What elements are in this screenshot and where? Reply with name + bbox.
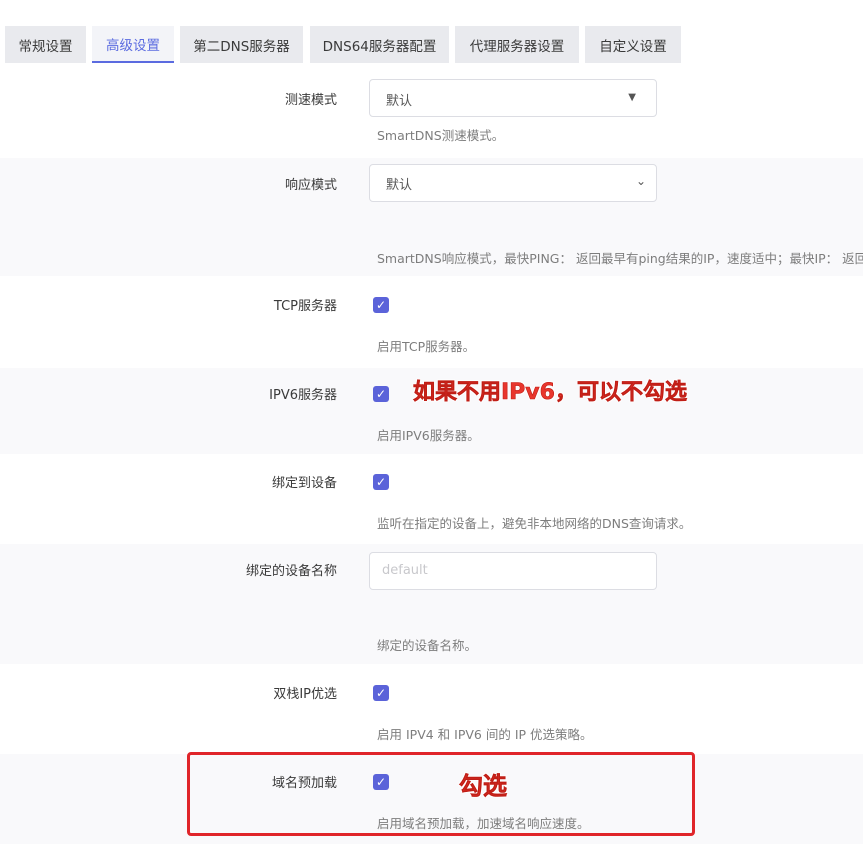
setting-label: 绑定的设备名称 [245, 564, 337, 579]
tab-proxy[interactable]: 代理服务器设置 [455, 26, 579, 63]
setting-label: TCP服务器 [273, 299, 337, 314]
tab-second-dns[interactable]: 第二DNS服务器 [180, 26, 303, 63]
check-icon: ✓ [375, 298, 387, 312]
setting-label: 测速模式 [284, 93, 337, 108]
setting-row-response-mode: 响应模式 默认 ⌄ SmartDNS响应模式，最快PING： 返回最早有ping… [0, 158, 863, 276]
setting-description: 启用 IPV4 和 IPV6 间的 IP 优选策略。 [377, 727, 593, 742]
tab-advanced[interactable]: 高级设置 [92, 26, 174, 63]
response-mode-select[interactable]: 默认 ⌄ [369, 164, 657, 202]
highlight-box [187, 752, 695, 836]
tab-dns64[interactable]: DNS64服务器配置 [310, 26, 449, 63]
setting-description: 监听在指定的设备上，避免非本地网络的DNS查询请求。 [377, 516, 692, 531]
setting-row-bind-device: 绑定到设备 ✓ 监听在指定的设备上，避免非本地网络的DNS查询请求。 [0, 454, 863, 544]
check-icon: ✓ [375, 475, 387, 489]
setting-description: 启用IPV6服务器。 [377, 428, 480, 443]
setting-row-bind-device-name: 绑定的设备名称 default 绑定的设备名称。 [0, 544, 863, 664]
tab-custom[interactable]: 自定义设置 [585, 26, 681, 63]
chevron-down-icon: ⌄ [635, 174, 646, 188]
setting-label: 绑定到设备 [271, 476, 337, 491]
tab-general[interactable]: 常规设置 [5, 26, 86, 63]
ipv6-server-checkbox[interactable]: ✓ [373, 386, 389, 402]
tcp-server-checkbox[interactable]: ✓ [373, 297, 389, 313]
setting-label: 响应模式 [284, 178, 337, 193]
bind-device-name-input[interactable]: default [369, 552, 657, 590]
dropdown-caret-icon: ▼ [628, 92, 636, 103]
setting-description: SmartDNS响应模式，最快PING： 返回最早有ping结果的IP，速度适中… [377, 251, 863, 266]
tab-bar: 常规设置 高级设置 第二DNS服务器 DNS64服务器配置 代理服务器设置 自定… [0, 0, 863, 64]
bind-device-checkbox[interactable]: ✓ [373, 474, 389, 490]
setting-row-dualstack-ip: 双栈IP优选 ✓ 启用 IPV4 和 IPV6 间的 IP 优选策略。 [0, 664, 863, 754]
input-placeholder: default [382, 563, 428, 578]
select-value: 默认 [386, 94, 413, 109]
check-icon: ✓ [375, 387, 387, 401]
speed-mode-select[interactable]: 默认 ▼ [369, 79, 657, 117]
setting-description: SmartDNS测速模式。 [377, 128, 505, 143]
setting-row-tcp-server: TCP服务器 ✓ 启用TCP服务器。 [0, 276, 863, 368]
setting-description: 启用TCP服务器。 [377, 339, 476, 354]
setting-label: IPV6服务器 [269, 388, 337, 403]
select-value: 默认 [386, 178, 413, 193]
check-icon: ✓ [375, 686, 387, 700]
setting-row-speed-mode: 测速模式 默认 ▼ SmartDNS测速模式。 [0, 64, 863, 158]
setting-description: 绑定的设备名称。 [377, 638, 478, 653]
dualstack-ip-checkbox[interactable]: ✓ [373, 685, 389, 701]
ipv6-annotation: 如果不用IPv6，可以不勾选 [413, 380, 688, 406]
setting-label: 双栈IP优选 [273, 687, 337, 702]
